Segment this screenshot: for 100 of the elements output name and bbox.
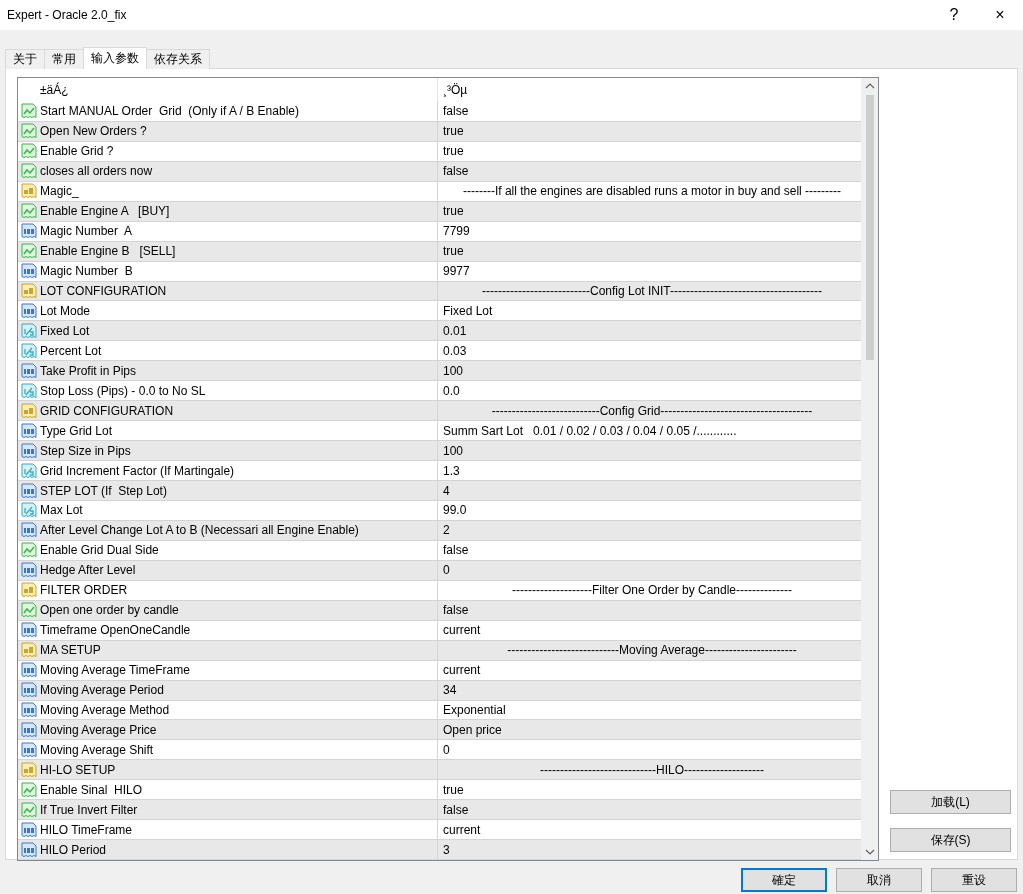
- parameter-value[interactable]: 0.0: [438, 381, 861, 401]
- parameter-value[interactable]: current: [438, 820, 861, 840]
- parameter-value[interactable]: 3: [438, 840, 861, 860]
- parameter-value[interactable]: 100: [438, 441, 861, 461]
- tab[interactable]: 输入参数: [83, 47, 147, 69]
- parameter-value[interactable]: ---------------------------Config Lot INIT--------------------------------------: [438, 281, 861, 301]
- chart-line-icon: [21, 123, 37, 140]
- parameter-value[interactable]: ---------------------------Config Grid--------------------------------------: [438, 401, 861, 421]
- parameter-name: Max Lot: [40, 503, 83, 518]
- parameter-name: HILO TimeFrame: [40, 822, 132, 837]
- parameter-name: Timeframe OpenOneCandle: [40, 623, 191, 638]
- parameter-value[interactable]: current: [438, 620, 861, 640]
- number-icon: [21, 422, 37, 439]
- parameter-name: Open New Orders ?: [40, 124, 147, 139]
- number-icon: [21, 223, 37, 240]
- parameter-value[interactable]: 34: [438, 680, 861, 700]
- fraction-icon: [21, 462, 37, 479]
- chart-line-icon: [21, 781, 37, 798]
- parameter-value[interactable]: true: [438, 241, 861, 261]
- parameter-value[interactable]: --------------------Filter One Order by Candle--------------: [438, 580, 861, 600]
- chart-line-icon: [21, 602, 37, 619]
- parameter-value[interactable]: 2: [438, 520, 861, 540]
- parameter-value[interactable]: 0: [438, 560, 861, 580]
- fraction-icon: [21, 322, 37, 339]
- chart-line-icon: [21, 163, 37, 180]
- parameter-value[interactable]: ----------------------------Moving Average-----------------------: [438, 640, 861, 660]
- number-icon: [21, 362, 37, 379]
- parameter-value[interactable]: false: [438, 161, 861, 181]
- parameter-value[interactable]: current: [438, 660, 861, 680]
- parameter-value[interactable]: -----------------------------HILO--------------------: [438, 760, 861, 780]
- number-icon: [21, 682, 37, 699]
- parameter-name: Type Grid Lot: [40, 423, 113, 438]
- parameter-value[interactable]: true: [438, 141, 861, 161]
- parameter-value[interactable]: 0.01: [438, 321, 861, 341]
- fraction-icon: [21, 502, 37, 519]
- parameter-name: Enable Grid Dual Side: [40, 543, 159, 558]
- side-button[interactable]: 加载(L): [890, 790, 1011, 814]
- parameter-name: Stop Loss (Pips) - 0.0 to No SL: [40, 383, 206, 398]
- parameter-name: Step Size in Pips: [40, 443, 131, 458]
- parameter-value[interactable]: true: [438, 780, 861, 800]
- parameter-value[interactable]: 4: [438, 481, 861, 500]
- parameter-name: Moving Average TimeFrame: [40, 663, 190, 678]
- parameter-name: If True Invert Filter: [40, 802, 138, 817]
- number-icon: [21, 302, 37, 319]
- number-icon: [21, 741, 37, 758]
- dialog-button[interactable]: 重设: [931, 868, 1017, 892]
- parameter-value[interactable]: 100: [438, 361, 861, 381]
- number-icon: [21, 562, 37, 579]
- chart-line-icon: [21, 243, 37, 260]
- parameter-value[interactable]: 0.03: [438, 341, 861, 361]
- parameter-value[interactable]: --------If all the engines are disabled runs a motor in buy and sell ---------: [438, 181, 861, 201]
- parameter-value[interactable]: 99.0: [438, 501, 861, 520]
- parameter-name: Grid Increment Factor (If Martingale): [40, 463, 235, 478]
- parameter-name: Lot Mode: [40, 303, 91, 318]
- dialog-button[interactable]: 確定: [741, 868, 827, 892]
- column-header[interactable]: ±äÁ¿: [18, 78, 438, 102]
- dialog-button[interactable]: 取消: [836, 868, 922, 892]
- parameter-name: Start MANUAL Order Grid (Only if A / B Enable): [40, 104, 299, 119]
- number-icon: [21, 841, 37, 858]
- tab[interactable]: 依存关系: [146, 49, 210, 69]
- tab[interactable]: 关于: [5, 49, 45, 69]
- chart-line-icon: [21, 801, 37, 818]
- parameter-value[interactable]: 1.3: [438, 461, 861, 481]
- fraction-icon: [21, 382, 37, 399]
- parameter-value[interactable]: Summ Sart Lot 0.01 / 0.02 / 0.03 / 0.04 / 0.05 /............: [438, 421, 861, 441]
- number-icon: [21, 263, 37, 280]
- chart-line-icon: [21, 542, 37, 559]
- parameter-value[interactable]: 0: [438, 740, 861, 760]
- side-button[interactable]: 保存(S): [890, 828, 1011, 852]
- number-icon: [21, 721, 37, 738]
- parameter-value[interactable]: Fixed Lot: [438, 301, 861, 321]
- column-header[interactable]: ¸³Öµ: [438, 78, 861, 102]
- parameter-name: Magic_: [40, 184, 79, 199]
- parameter-name: Fixed Lot: [40, 323, 90, 338]
- vertical-scrollbar[interactable]: [861, 78, 878, 860]
- number-icon: [21, 442, 37, 459]
- parameter-value[interactable]: true: [438, 121, 861, 141]
- parameter-name: Take Profit in Pips: [40, 363, 137, 378]
- parameter-name: Magic Number B: [40, 264, 133, 279]
- parameter-name: HILO Period: [40, 842, 107, 857]
- parameter-value[interactable]: Open price: [438, 720, 861, 740]
- parameter-name: Enable Grid ?: [40, 144, 114, 159]
- parameter-value[interactable]: true: [438, 201, 861, 221]
- parameter-name: Hedge After Level: [40, 563, 136, 578]
- parameter-name: Moving Average Price: [40, 722, 157, 737]
- parameter-value[interactable]: 7799: [438, 221, 861, 241]
- scrollbar-thumb[interactable]: [865, 95, 874, 360]
- parameter-value[interactable]: Exponential: [438, 700, 861, 720]
- parameter-value[interactable]: false: [438, 101, 861, 121]
- number-icon: [21, 821, 37, 838]
- parameter-value[interactable]: 9977: [438, 261, 861, 281]
- parameter-name: Moving Average Period: [40, 683, 164, 698]
- tab[interactable]: 常用: [44, 49, 84, 69]
- parameter-value[interactable]: false: [438, 600, 861, 620]
- parameter-name: MA SETUP: [40, 643, 101, 658]
- parameter-name: STEP LOT (If Step Lot): [40, 483, 167, 498]
- parameter-value[interactable]: false: [438, 540, 861, 560]
- parameter-value[interactable]: false: [438, 800, 861, 820]
- chart-line-icon: [21, 103, 37, 120]
- number-icon: [21, 662, 37, 679]
